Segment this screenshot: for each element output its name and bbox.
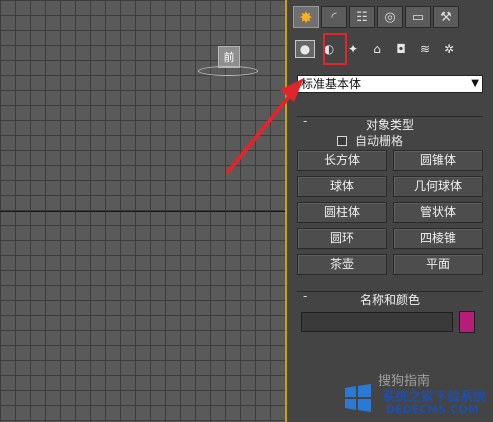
autogrid-label: 自动栅格 <box>355 134 404 148</box>
object-type-title: 对象类型 <box>365 118 414 132</box>
create-category-bar: ● ◐ ✦ ⌂ ◘ ≋ ✲ <box>295 40 459 58</box>
object-color-swatch[interactable] <box>459 311 475 333</box>
command-panel-tabs: ✸ ◜ ☷ ◎ ▭ ⚒ <box>293 6 459 30</box>
hierarchy-tab[interactable]: ☷ <box>349 6 375 28</box>
display-tab[interactable]: ▭ <box>405 6 431 28</box>
front-viewport[interactable]: 前 <box>0 0 287 422</box>
name-color-rollout-header[interactable]: - 名称和颜色 <box>297 289 483 307</box>
geometry-button[interactable]: ● <box>295 40 315 58</box>
geosphere-button[interactable]: 几何球体 <box>393 176 483 197</box>
cameras-button[interactable]: ⌂ <box>367 40 387 58</box>
tube-button[interactable]: 管状体 <box>393 202 483 223</box>
sphere-button[interactable]: 球体 <box>297 176 387 197</box>
space-warps-button[interactable]: ≋ <box>415 40 435 58</box>
object-type-rollout-header[interactable]: - 对象类型 <box>297 114 483 132</box>
display-monitor-icon: ▭ <box>411 9 425 25</box>
hierarchy-icon: ☷ <box>356 9 368 25</box>
dropdown-value: 标准基本体 <box>301 77 362 91</box>
object-name-field[interactable] <box>301 312 453 332</box>
teapot-button[interactable]: 茶壶 <box>297 254 387 275</box>
modify-curve-icon: ◜ <box>331 9 337 25</box>
torus-button[interactable]: 圆环 <box>297 228 387 249</box>
viewcube-front-face[interactable]: 前 <box>218 46 240 68</box>
systems-button[interactable]: ✲ <box>439 40 459 58</box>
autogrid-row: 自动栅格 <box>337 132 403 149</box>
helpers-button[interactable]: ◘ <box>391 40 411 58</box>
systems-icon: ✲ <box>443 42 455 56</box>
command-panel: ✸ ◜ ☷ ◎ ▭ ⚒ ● ◐ ✦ ⌂ ◘ ≋ ✲ 标准基本体 ▼ - 对象类型… <box>289 0 493 422</box>
space-warps-icon: ≋ <box>419 42 431 56</box>
cameras-icon: ⌂ <box>373 42 381 56</box>
viewport-axis-line <box>0 211 285 212</box>
chevron-down-icon[interactable]: ▼ <box>471 76 479 92</box>
utilities-hammer-icon: ⚒ <box>440 9 452 25</box>
shapes-button-highlight <box>323 33 347 65</box>
watermark-dedecms: DEDECMS.COM <box>386 403 479 416</box>
autogrid-checkbox[interactable] <box>337 135 347 146</box>
create-sun-icon: ✸ <box>299 7 313 27</box>
lights-icon: ✦ <box>347 42 359 56</box>
viewcube-ring[interactable] <box>198 66 258 76</box>
name-color-title: 名称和颜色 <box>359 293 420 307</box>
object-type-buttons: 长方体 圆锥体 球体 几何球体 圆柱体 管状体 圆环 四棱锥 茶壶 平面 <box>297 150 483 275</box>
geometry-sphere-icon: ● <box>299 42 311 56</box>
motion-icon: ◎ <box>384 9 396 25</box>
pyramid-button[interactable]: 四棱锥 <box>393 228 483 249</box>
modify-tab[interactable]: ◜ <box>321 6 347 28</box>
plane-button[interactable]: 平面 <box>393 254 483 275</box>
motion-tab[interactable]: ◎ <box>377 6 403 28</box>
utilities-tab[interactable]: ⚒ <box>433 6 459 28</box>
box-button[interactable]: 长方体 <box>297 150 387 171</box>
helpers-icon: ◘ <box>396 42 406 56</box>
cone-button[interactable]: 圆锥体 <box>393 150 483 171</box>
primitive-type-dropdown[interactable]: 标准基本体 ▼ <box>297 75 483 93</box>
create-tab[interactable]: ✸ <box>293 6 319 28</box>
cylinder-button[interactable]: 圆柱体 <box>297 202 387 223</box>
windows-logo-icon <box>345 384 371 412</box>
